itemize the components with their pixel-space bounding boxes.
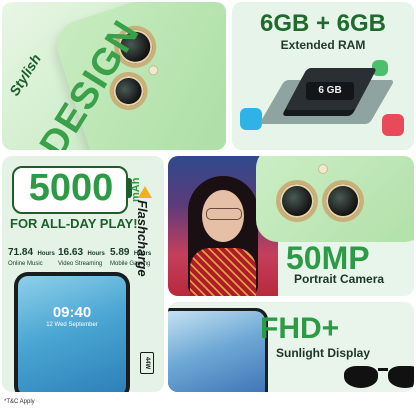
design-panel: Stylish DESIGN [2, 2, 226, 150]
chip-label: 6 GB [306, 82, 354, 100]
camera-lens-icon [322, 180, 364, 222]
camera-lens-icon [276, 180, 318, 222]
battery-tagline: FOR ALL-DAY PLAY! [10, 216, 138, 231]
display-wallpaper [168, 311, 265, 392]
camera-panel: 50MP Portrait Camera [168, 156, 414, 296]
flash-icon [147, 64, 160, 77]
ram-title: 6GB + 6GB [259, 10, 387, 37]
flashcharge-label: Flashcharge [135, 200, 150, 277]
battery-capacity: 5000 [28, 167, 114, 209]
sunglasses-bridge [378, 368, 388, 371]
stat-label: Online Music [8, 261, 43, 267]
phone-display-image [168, 308, 268, 392]
display-title: FHD+ [260, 312, 340, 345]
lock-time: 09:40 [52, 304, 92, 321]
glasses-icon [206, 208, 242, 220]
phone-front-image: 09:40 12 Wed September [14, 272, 130, 392]
stat-online-music: 71.84 Hours Online Music [8, 242, 55, 267]
app-icon [240, 108, 262, 130]
design-tagline: Stylish [6, 51, 44, 99]
portrait-outfit [190, 248, 256, 296]
ram-panel: 6GB + 6GB Extended RAM 6 GB [232, 2, 414, 150]
stat-unit: Hours [37, 251, 55, 257]
phone-camera-module-image [256, 156, 414, 242]
disclaimer: *T&C Apply [4, 399, 35, 405]
lock-date: 12 Wed September [46, 322, 98, 328]
stat-video-streaming: 16.63 Hours Video Streaming [58, 242, 105, 267]
app-icon [382, 114, 404, 136]
stat-value: 5.89 [110, 247, 130, 258]
stat-unit: Hours [87, 251, 105, 257]
lightning-bolt-icon [138, 186, 152, 198]
stat-label: Video Streaming [58, 261, 103, 267]
charge-watt-badge: 44W [140, 352, 154, 374]
camera-subtitle: Portrait Camera [294, 272, 385, 286]
sunglasses-icon [344, 366, 378, 388]
display-panel: FHD+ Sunlight Display [168, 302, 414, 392]
stat-value: 71.84 [8, 247, 34, 258]
ram-subtitle: Extended RAM [280, 38, 366, 52]
flash-icon [318, 164, 328, 174]
sunglasses-icon [388, 366, 414, 388]
stat-value: 16.63 [58, 247, 84, 258]
lock-screen: 09:40 12 Wed September [18, 276, 126, 392]
display-subtitle: Sunlight Display [276, 346, 371, 360]
